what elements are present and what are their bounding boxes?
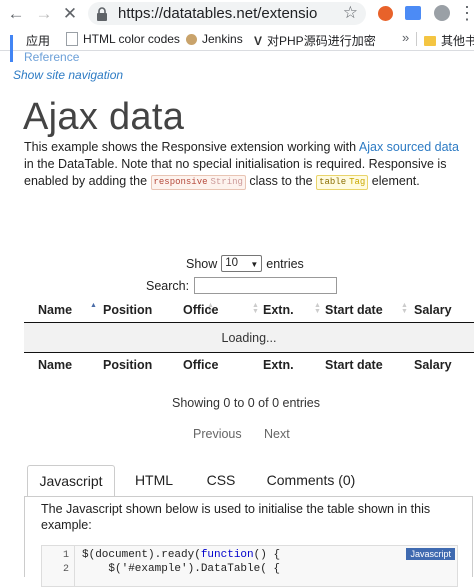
search-input[interactable]: [194, 277, 338, 294]
footer-office: Office: [183, 352, 263, 377]
data-table: Name ▲ Position ▲ ▼ Office ▲ ▼ Extn. ▲ ▼ Start …: [24, 298, 474, 377]
column-header-name[interactable]: Name ▲: [38, 298, 103, 323]
tab-description: The Javascript shown below is used to in…: [41, 502, 431, 532]
more-bookmarks-chevron[interactable]: »: [402, 30, 409, 45]
page-length-control: Show 10 ▼ entries: [186, 255, 304, 272]
jenkins-icon: [186, 33, 197, 45]
show-site-navigation-link[interactable]: Show site navigation: [13, 68, 123, 82]
code-line: $('#example').DataTable( {: [82, 563, 281, 575]
table-tag[interactable]: table Tag: [316, 175, 369, 190]
next-page-button[interactable]: Next: [264, 427, 290, 441]
star-icon[interactable]: ☆: [343, 3, 358, 23]
profile-icon[interactable]: [434, 5, 450, 21]
forward-icon[interactable]: →: [34, 4, 54, 24]
sort-icon: ▲ ▼: [314, 302, 321, 315]
page-length-select[interactable]: 10 ▼: [221, 255, 263, 272]
code-tabs: Javascript HTML CSS Comments (0): [27, 465, 474, 498]
column-header-extn[interactable]: Extn. ▲ ▼: [263, 298, 325, 323]
column-header-start-date[interactable]: Start date ▲ ▼: [325, 298, 414, 323]
column-header-salary[interactable]: Salary: [414, 298, 474, 323]
apps-grid-icon: [10, 35, 21, 62]
lock-icon: [97, 6, 107, 21]
sort-icon: ▲ ▼: [252, 302, 259, 315]
url-text: https://datatables.net/extensions/r...: [118, 5, 318, 22]
code-block: 1 2 $(document).ready(function() { $('#e…: [41, 545, 458, 587]
language-badge: Javascript: [406, 548, 455, 560]
sort-icon: ▲ ▼: [401, 302, 408, 315]
page-icon: [66, 32, 78, 46]
footer-position: Position: [103, 352, 183, 377]
footer-start-date: Start date: [325, 352, 414, 377]
footer-name: Name: [38, 352, 103, 377]
column-header-office[interactable]: Office ▲ ▼: [183, 298, 263, 323]
ajax-sourced-data-link[interactable]: Ajax sourced data: [359, 140, 459, 154]
extension-icon[interactable]: [378, 6, 393, 21]
example-description: This example shows the Responsive extens…: [24, 140, 459, 190]
loading-row: Loading...: [24, 322, 474, 353]
bookmark-other[interactable]: 其他书签: [424, 32, 474, 49]
responsive-string-tag[interactable]: responsive String: [150, 175, 246, 190]
reference-link[interactable]: Reference: [24, 50, 79, 64]
javascript-tab-panel: The Javascript shown below is used to in…: [24, 496, 473, 587]
tab-comments[interactable]: Comments (0): [261, 465, 361, 496]
footer-salary: Salary: [414, 352, 474, 377]
back-icon[interactable]: ←: [6, 4, 26, 24]
address-bar[interactable]: https://datatables.net/extensions/r... ☆: [88, 2, 366, 25]
dropdown-caret-icon: ▼: [250, 260, 259, 269]
page-title: Ajax data: [23, 96, 185, 138]
tab-html[interactable]: HTML: [125, 465, 183, 496]
line-number-gutter: 1 2: [42, 546, 75, 586]
v-logo-icon: V: [254, 33, 263, 48]
bookmark-divider: [416, 32, 417, 46]
tab-css[interactable]: CSS: [197, 465, 245, 496]
previous-page-button[interactable]: Previous: [193, 427, 242, 441]
tab-javascript[interactable]: Javascript: [27, 465, 115, 498]
browser-toolbar: ← → ✕ https://datatables.net/extensions/…: [0, 0, 474, 28]
footer-extn: Extn.: [263, 352, 325, 377]
code-line: $(document).ready(function() {: [82, 549, 281, 561]
menu-icon[interactable]: ⋮: [458, 3, 474, 23]
bookmarks-bar: 应用 HTML color codes Jenkins V 对PHP源码进行加密…: [0, 28, 474, 62]
bookmark-apps[interactable]: 应用: [10, 32, 50, 62]
bookmark-jenkins[interactable]: Jenkins: [186, 32, 243, 46]
extension-icon[interactable]: [405, 6, 421, 20]
bookmark-html-color-codes[interactable]: HTML color codes: [66, 32, 180, 46]
table-info: Showing 0 to 0 of 0 entries: [172, 396, 321, 410]
bookmark-php-encrypt[interactable]: V 对PHP源码进行加密: [254, 32, 377, 49]
stop-loading-icon[interactable]: ✕: [60, 4, 80, 24]
folder-icon: [424, 35, 436, 46]
table-search: Search:: [146, 277, 338, 294]
column-header-position[interactable]: Position ▲ ▼: [103, 298, 214, 323]
